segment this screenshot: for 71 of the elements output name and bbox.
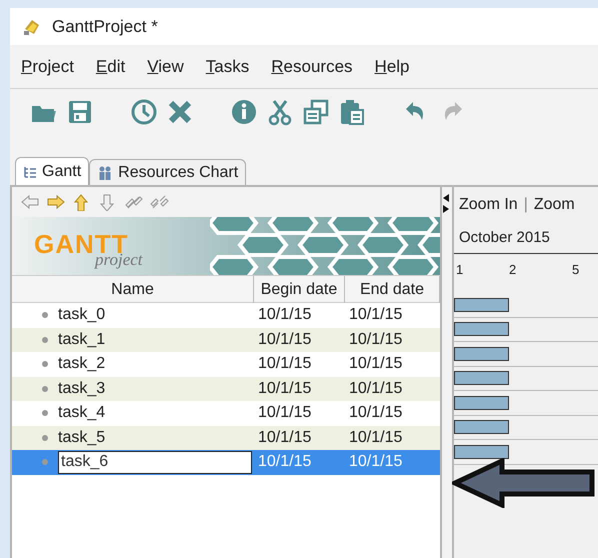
task-row[interactable]: task_2 10/1/15 10/1/15: [12, 352, 440, 376]
end-date: 10/1/15: [348, 330, 404, 350]
end-date: 10/1/15: [348, 378, 404, 399]
menu-item[interactable]: Help: [372, 54, 412, 80]
begin-date: 10/1/15: [257, 354, 312, 374]
splitter-arrows-icon[interactable]: [442, 193, 450, 215]
begin-date: 10/1/15: [257, 378, 312, 399]
task-name[interactable]: task_1: [58, 328, 106, 352]
task-bar[interactable]: [454, 298, 509, 312]
day-tick-label: 5: [572, 261, 580, 279]
menu-item[interactable]: Project: [19, 54, 76, 80]
right-arrow-icon[interactable]: [46, 193, 66, 211]
task-name[interactable]: task_4: [58, 401, 106, 426]
task-row[interactable]: task_6 10/1/15 10/1/15: [12, 450, 440, 474]
clock-icon[interactable]: [130, 98, 158, 126]
separator: |: [524, 195, 528, 215]
task-bullet-icon: [42, 336, 48, 343]
task-bullet-icon: [42, 361, 48, 368]
task-bullet-icon: [42, 459, 48, 466]
end-date: 10/1/15: [348, 305, 404, 326]
begin-date: 10/1/15: [257, 428, 312, 448]
task-name[interactable]: task_2: [58, 352, 106, 376]
task-row[interactable]: task_0 10/1/15 10/1/15: [12, 303, 440, 328]
column-header[interactable]: End date: [345, 276, 440, 303]
people-icon: [97, 164, 114, 180]
task-bar[interactable]: [454, 346, 509, 361]
tab[interactable]: Resources Chart: [89, 159, 246, 185]
task-bar[interactable]: [454, 396, 509, 410]
tab[interactable]: Gantt: [15, 157, 90, 185]
info-icon[interactable]: [230, 98, 258, 126]
begin-date: 10/1/15: [257, 403, 312, 424]
menu-item[interactable]: Edit: [94, 54, 128, 80]
task-bullet-icon: [42, 312, 48, 318]
scissors-icon[interactable]: [266, 98, 294, 126]
column-header[interactable]: Begin date: [254, 276, 345, 303]
zoom-in-link[interactable]: Zoom In: [459, 193, 518, 217]
copy-icon[interactable]: [302, 98, 330, 126]
begin-date: 10/1/15: [257, 305, 312, 326]
day-tick-label: 2: [509, 261, 516, 279]
task-name[interactable]: task_3: [58, 376, 106, 401]
name-edit-field[interactable]: task_6: [58, 450, 252, 474]
end-date: 10/1/15: [348, 354, 404, 374]
begin-date: 10/1/15: [257, 452, 312, 472]
menu-item[interactable]: Resources: [269, 54, 355, 80]
window-title: GanttProject *: [52, 16, 158, 38]
zoom-out-link[interactable]: Zoom: [534, 193, 575, 217]
end-date: 10/1/15: [348, 403, 404, 424]
task-bar[interactable]: [454, 322, 509, 336]
begin-date: 10/1/15: [257, 330, 312, 350]
end-date: 10/1/15: [348, 452, 404, 472]
task-bullet-icon: [42, 410, 48, 416]
task-row[interactable]: task_3 10/1/15 10/1/15: [12, 376, 440, 401]
tree-list-icon: [23, 164, 37, 178]
clipboard-icon[interactable]: [338, 98, 366, 126]
task-bar[interactable]: [454, 444, 509, 459]
month-label: October 2015: [458, 228, 551, 248]
menu-item[interactable]: View: [145, 54, 186, 80]
task-name[interactable]: task_5: [58, 426, 106, 450]
task-bar[interactable]: [454, 371, 509, 386]
task-bullet-icon: [42, 386, 48, 392]
task-bar[interactable]: [454, 420, 509, 434]
cross-icon[interactable]: [166, 98, 194, 126]
task-bullet-icon: [42, 434, 48, 441]
menu-item[interactable]: Tasks: [204, 54, 252, 80]
task-row[interactable]: task_1 10/1/15 10/1/15: [12, 328, 440, 352]
task-row[interactable]: task_4 10/1/15 10/1/15: [12, 401, 440, 426]
end-date: 10/1/15: [348, 428, 404, 448]
task-row[interactable]: task_5 10/1/15 10/1/15: [12, 426, 440, 450]
task-name[interactable]: task_0: [58, 303, 106, 328]
day-tick-label: 1: [456, 261, 464, 279]
column-header[interactable]: Name: [12, 276, 254, 303]
